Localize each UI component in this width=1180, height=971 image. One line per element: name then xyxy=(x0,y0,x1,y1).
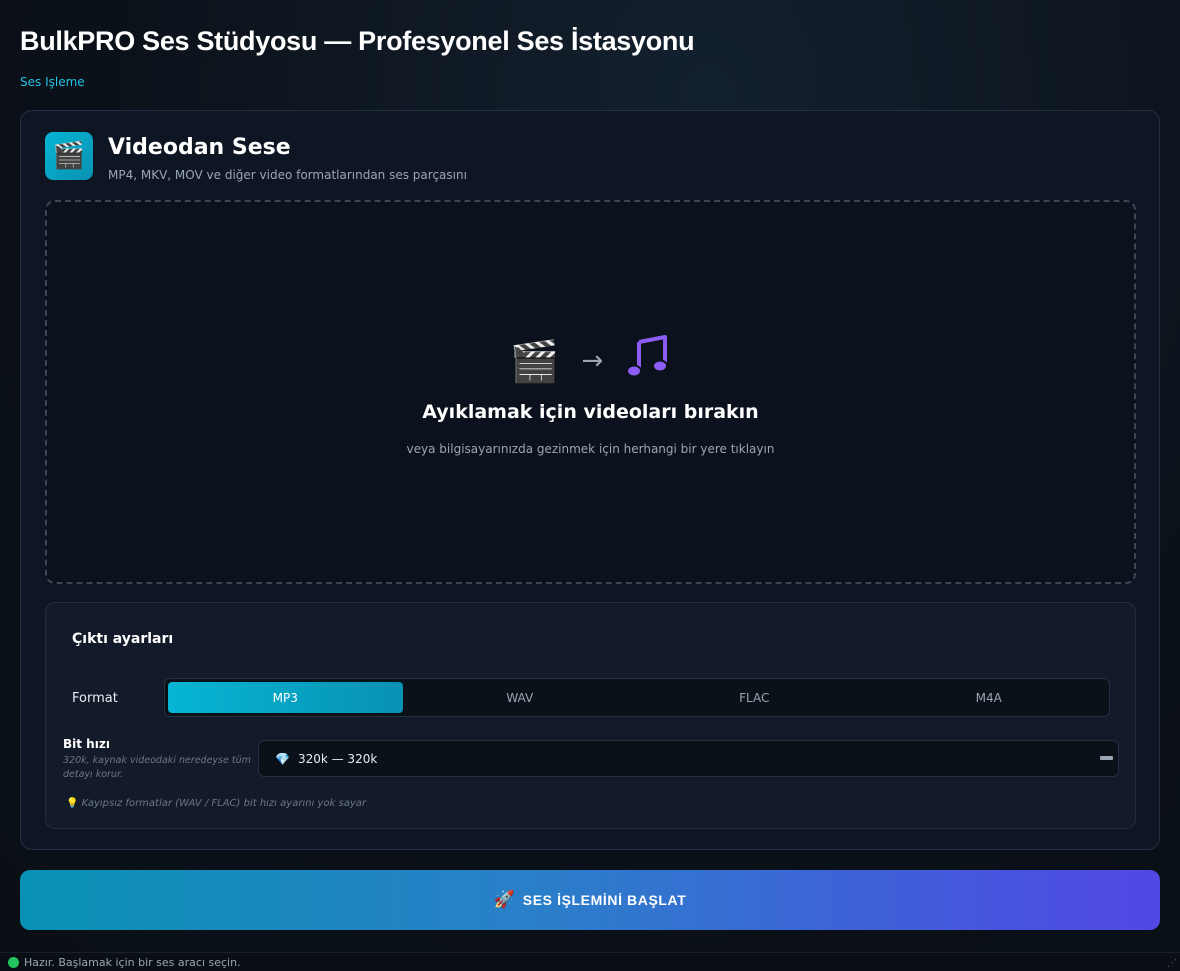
format-selector: MP3 WAV FLAC M4A xyxy=(164,678,1110,717)
dropzone-hint: veya bilgisayarınızda gezinmek için herh… xyxy=(406,442,775,456)
settings-title: Çıktı ayarları xyxy=(72,631,174,647)
dropzone-title: Ayıklamak için videoları bırakın xyxy=(422,401,759,423)
resize-grip-icon[interactable]: ⋰ xyxy=(1167,959,1177,969)
start-button-label: SES İŞLEMİNİ BAŞLAT xyxy=(522,892,687,908)
bitrate-help-text: 320k, kaynak videodaki neredeyse tüm det… xyxy=(63,755,251,780)
format-option-mp3[interactable]: MP3 xyxy=(168,682,403,713)
tool-subtitle: MP4, MKV, MOV ve diğer video formatların… xyxy=(108,168,467,182)
rocket-icon: 🚀 xyxy=(493,890,515,909)
start-processing-button[interactable]: 🚀 SES İŞLEMİNİ BAŞLAT xyxy=(20,870,1160,930)
video-dropzone[interactable]: 🎬 → Ayıklamak için videoları bırakın vey… xyxy=(45,200,1136,584)
arrow-right-icon: → xyxy=(581,346,604,376)
format-option-m4a[interactable]: M4A xyxy=(872,682,1107,713)
bitrate-select[interactable]: 💎 320k — 320k xyxy=(258,740,1119,777)
tool-card: 🎬 Videodan Sese MP4, MKV, MOV ve diğer v… xyxy=(20,110,1160,850)
format-option-wav[interactable]: WAV xyxy=(403,682,638,713)
app-title: BulkPRO Ses Stüdyosu — Profesyonel Ses İ… xyxy=(20,26,695,56)
bitrate-selected-value: 320k — 320k xyxy=(297,751,378,766)
light-bulb-icon: 💡 xyxy=(66,798,79,809)
dropdown-indicator-icon xyxy=(1100,756,1113,760)
status-indicator-icon xyxy=(8,956,19,968)
music-note-icon xyxy=(625,333,671,388)
gem-icon: 💎 xyxy=(275,751,290,766)
lossless-note: 💡 Kayıpsız formatlar (WAV / FLAC) bit hı… xyxy=(66,798,366,809)
lossless-note-text: Kayıpsız formatlar (WAV / FLAC) bit hızı… xyxy=(81,798,367,809)
breadcrumb[interactable]: Ses Işleme xyxy=(20,75,85,89)
clapper-board-icon: 🎬 xyxy=(509,338,560,385)
dropzone-icons: 🎬 → xyxy=(47,333,1134,388)
tool-title: Videodan Sese xyxy=(108,135,291,160)
clapper-board-icon: 🎬 xyxy=(45,132,93,180)
format-option-flac[interactable]: FLAC xyxy=(637,682,872,713)
bitrate-label: Bit hızı xyxy=(63,737,110,751)
output-settings-panel: Çıktı ayarları Format MP3 WAV FLAC M4A B… xyxy=(45,602,1136,829)
status-text: Hazır. Başlamak için bir ses aracı seçin… xyxy=(24,955,241,969)
format-label: Format xyxy=(72,691,118,706)
status-bar: Hazır. Başlamak için bir ses aracı seçin… xyxy=(0,952,1180,971)
